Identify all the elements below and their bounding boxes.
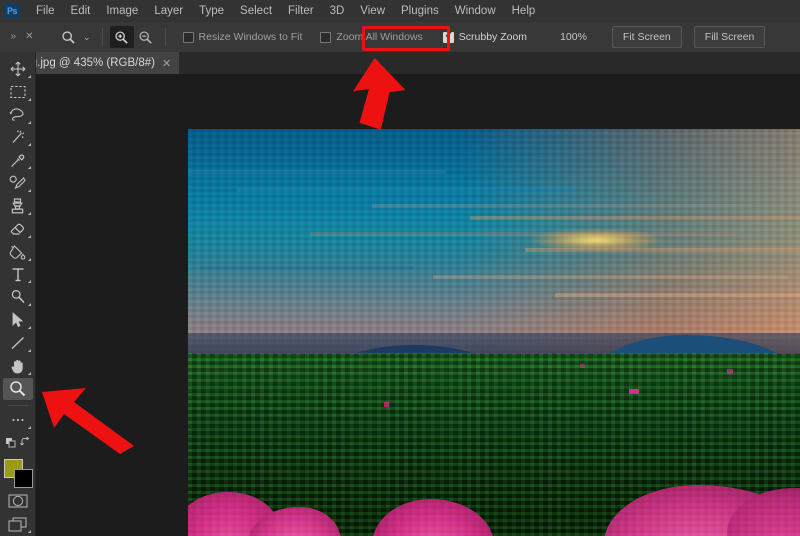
type-tool[interactable] [3,264,33,286]
zoom-out-button[interactable] [134,26,158,48]
eyedropper-tool[interactable] [3,149,33,171]
chevron-down-icon[interactable]: ⌄ [83,32,91,43]
image-sky-region [188,129,800,357]
document-tab-title: ống.jpg @ 435% (RGB/8#) [18,57,155,69]
scrubby-zoom-checkbox[interactable]: Scrubby Zoom [442,30,528,43]
document-image[interactable] [188,129,800,536]
zoom-all-windows-label: Zoom All Windows [336,31,423,43]
tools-panel [0,52,36,536]
options-bar: » ✕ ⌄ Resize Windows to Fit Zoom All Win… [0,22,800,52]
hand-tool[interactable] [3,355,33,377]
scrubby-zoom-label: Scrubby Zoom [458,31,528,43]
menu-item-layer[interactable]: Layer [146,2,191,20]
path-selection-tool[interactable] [3,309,33,331]
tool-preset-picker[interactable]: ⌄ [52,24,95,50]
zoom-tool[interactable] [2,377,33,400]
toolbar-divider [7,404,28,406]
background-color-swatch[interactable] [13,469,33,489]
menu-item-filter[interactable]: Filter [280,2,322,20]
menu-item-help[interactable]: Help [504,2,544,20]
options-divider-2 [164,28,166,46]
fill-screen-button[interactable]: Fill Screen [693,26,766,48]
menu-item-plugins[interactable]: Plugins [393,2,447,20]
pixelation-overlay [188,129,800,357]
menu-item-image[interactable]: Image [98,2,146,20]
checkbox-box[interactable] [182,31,194,43]
document-tab-bar: ống.jpg @ 435% (RGB/8#) ✕ [0,52,800,74]
options-bar-grip[interactable]: » ✕ [0,22,44,52]
checkbox-box[interactable] [442,30,454,43]
close-icon[interactable]: ✕ [25,32,33,42]
canvas-area[interactable] [36,74,800,536]
magic-wand-tool[interactable] [3,127,33,149]
pixelation-overlay [188,352,800,536]
zoom-all-windows-checkbox[interactable]: Zoom All Windows [320,31,423,43]
image-lotus-field [188,352,800,536]
zoom-in-button[interactable] [109,26,134,48]
spot-healing-brush-tool[interactable] [3,172,33,194]
eraser-tool[interactable] [3,218,33,240]
menu-item-3d[interactable]: 3D [322,2,353,20]
photoshop-window: Ps File Edit Image Layer Type Select Fil… [0,0,800,536]
default-colors-and-swap-icons[interactable] [3,432,33,454]
zoom-100-percent-button[interactable]: 100% [549,26,598,48]
menu-item-select[interactable]: Select [232,2,280,20]
menu-item-type[interactable]: Type [191,2,232,20]
rectangular-marquee-tool[interactable] [3,81,33,103]
move-tool[interactable] [3,58,33,80]
collapse-icon[interactable]: » [11,32,17,42]
clone-stamp-tool[interactable] [3,195,33,217]
quick-mask-toggle-icon[interactable] [3,490,33,512]
fit-screen-button[interactable]: Fit Screen [611,26,682,48]
menu-item-edit[interactable]: Edit [63,2,99,20]
dodge-tool[interactable] [3,286,33,308]
edit-toolbar-more-icon[interactable] [3,410,33,432]
line-tool[interactable] [3,332,33,354]
paint-bucket-tool[interactable] [3,241,33,263]
photoshop-logo-icon: Ps [4,3,20,19]
menu-bar: Ps File Edit Image Layer Type Select Fil… [0,0,800,22]
resize-windows-to-fit-checkbox[interactable]: Resize Windows to Fit [182,31,303,43]
resize-windows-to-fit-label: Resize Windows to Fit [198,31,303,43]
options-divider-1 [101,28,103,46]
color-swatches[interactable] [3,459,33,489]
menu-item-view[interactable]: View [352,2,393,20]
checkbox-box[interactable] [320,31,332,43]
menu-item-window[interactable]: Window [447,2,504,20]
lasso-tool[interactable] [3,104,33,126]
menu-item-file[interactable]: File [28,2,63,20]
close-icon[interactable]: ✕ [162,57,171,70]
screen-mode-toggle-icon[interactable] [3,513,33,535]
zoom-tool-icon [56,26,80,48]
